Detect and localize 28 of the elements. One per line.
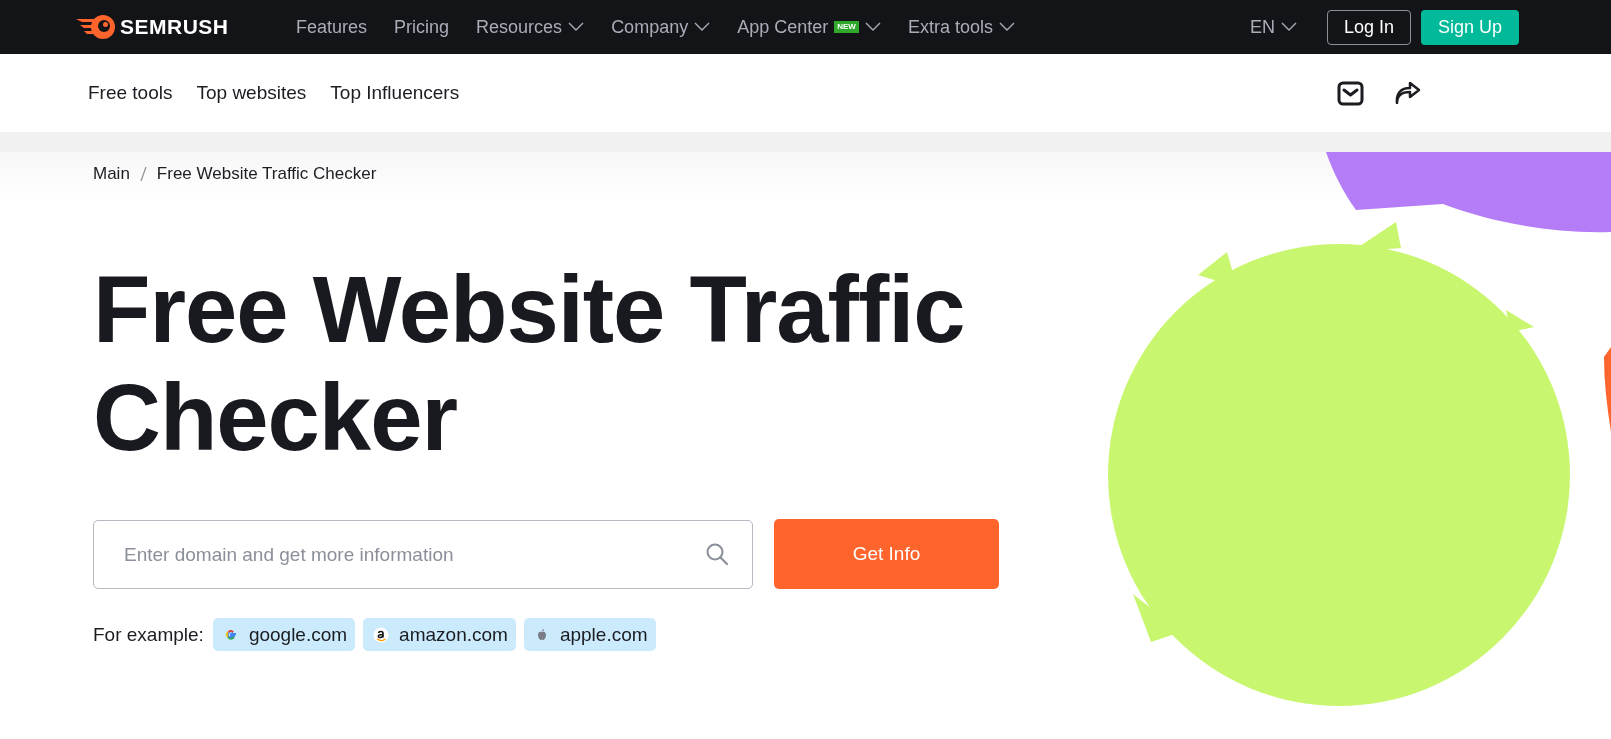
site-logo-icon xyxy=(373,626,390,643)
brand-name: SEMRUSH xyxy=(120,15,229,39)
nav-link[interactable]: Pricing xyxy=(394,16,450,38)
mail-icon[interactable] xyxy=(1337,80,1364,106)
example-chip[interactable]: apple.com xyxy=(523,618,656,651)
breadcrumb-link[interactable]: Main xyxy=(93,164,130,184)
login-button[interactable]: Log In xyxy=(1326,9,1411,45)
example-chip[interactable]: amazon.com xyxy=(363,618,516,651)
breadcrumb-current: Free Website Traffic Checker xyxy=(156,164,377,184)
nav-link[interactable]: Extra tools xyxy=(907,16,1015,38)
page-title: Free Website Traffic Checker xyxy=(93,256,966,472)
nav-link[interactable]: Features xyxy=(296,16,368,38)
nav-link[interactable]: Company xyxy=(611,16,711,38)
share-icon[interactable] xyxy=(1395,82,1421,104)
flame-logo-icon xyxy=(74,13,116,41)
new-badge: NEW xyxy=(834,21,859,33)
nav-link[interactable]: Top websites xyxy=(196,82,307,104)
nav-link[interactable]: Top Influencers xyxy=(330,82,460,104)
language-selector[interactable]: EN xyxy=(1249,16,1297,38)
breadcrumb-separator-icon xyxy=(139,166,147,182)
example-chip[interactable]: google.com xyxy=(212,618,356,651)
nav-link[interactable]: Free tools xyxy=(88,82,173,104)
search-field[interactable]: Enter domain and get more information xyxy=(93,520,753,589)
chevron-down-icon xyxy=(1280,22,1297,32)
nav-link[interactable]: App Center NEW xyxy=(737,16,881,38)
search-icon[interactable] xyxy=(705,542,729,566)
example-label: For example: xyxy=(93,623,204,646)
nav-link[interactable]: Resources xyxy=(476,16,585,38)
